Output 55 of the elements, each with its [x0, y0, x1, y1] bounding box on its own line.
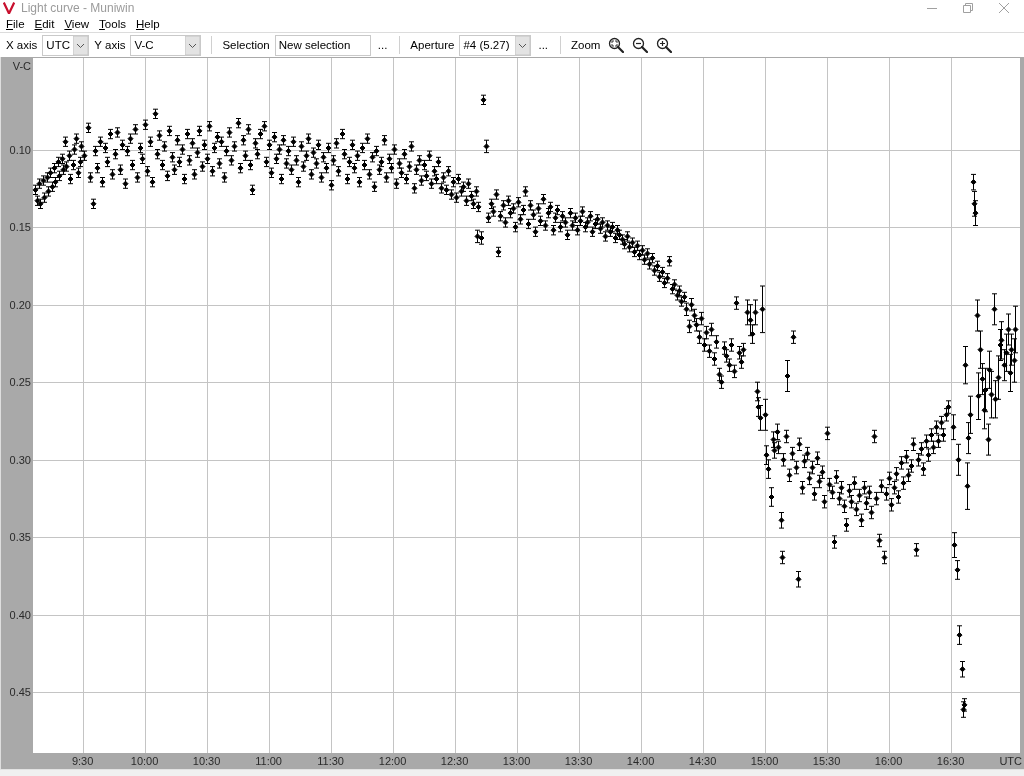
- axis-tick-label: 13:00: [502, 755, 531, 767]
- more-button[interactable]: ...: [536, 35, 551, 55]
- axis-tick-label: 13:30: [564, 755, 593, 767]
- zoom-out-button[interactable]: [632, 37, 649, 53]
- axis-title: UTC: [999, 755, 1022, 767]
- axis-tick-label: 0.40: [9, 608, 31, 621]
- axis-tick-label: 16:30: [936, 755, 965, 767]
- zoom-fit-button[interactable]: [608, 37, 625, 53]
- selection-label: Selection: [222, 39, 270, 51]
- menu-item[interactable]: Tools: [94, 16, 131, 32]
- axis-tick-label: 11:30: [317, 755, 344, 767]
- aperture-dropdown[interactable]: #4 (5.27): [459, 34, 532, 56]
- axis-title: V-C: [12, 60, 31, 72]
- axis-tick-label: 12:00: [378, 755, 407, 767]
- zoom-in-icon: [656, 37, 673, 53]
- axis-tick-label: 16:00: [874, 755, 903, 767]
- axis-tick-label: 0.25: [9, 376, 31, 389]
- axis-tick-label: 12:30: [440, 755, 469, 767]
- minimize-icon: [927, 7, 937, 9]
- axis-tick-label: 14:30: [688, 755, 717, 767]
- menu-item[interactable]: View: [59, 16, 95, 32]
- axis-tick-label: 15:00: [750, 755, 779, 767]
- axis-tick-label: 0.45: [9, 686, 31, 699]
- axis-tick-label: 10:30: [192, 755, 221, 767]
- x-axis-label: X axis: [6, 39, 38, 51]
- axis-tick-label: 9:30: [71, 755, 94, 767]
- zoom-out-icon: [632, 37, 649, 53]
- y-axis-label: Y axis: [94, 39, 126, 51]
- menu-item[interactable]: File: [1, 16, 30, 32]
- close-icon: [999, 3, 1009, 13]
- axis-tick-label: 0.15: [9, 221, 31, 234]
- axis-tick-label: 11:00: [255, 755, 282, 767]
- axis-tick-label: 15:30: [812, 755, 841, 767]
- axis-tick-label: 0.35: [9, 531, 31, 544]
- axis-tick-label: 0.20: [9, 298, 31, 311]
- axis-tick-label: 0.30: [9, 453, 31, 466]
- zoom-fit-icon: [608, 37, 625, 53]
- axis-tick-label: 10:00: [130, 755, 159, 767]
- zoom-in-button[interactable]: [656, 37, 673, 53]
- menu-item[interactable]: Help: [130, 16, 165, 32]
- chevron-icon: [73, 35, 89, 55]
- axis-tick-label: 14:00: [626, 755, 655, 767]
- menu-item[interactable]: Edit: [29, 16, 60, 32]
- zoom-label: Zoom: [571, 39, 601, 51]
- aperture-label: Aperture: [410, 39, 455, 51]
- window-title: Light curve - Muniwin: [21, 1, 135, 15]
- chevron-icon: [185, 35, 201, 55]
- y-axis-dropdown[interactable]: V-C: [130, 34, 202, 56]
- logo-icon: [3, 2, 15, 14]
- chevron-icon: [515, 35, 531, 55]
- more-button[interactable]: ...: [375, 35, 390, 55]
- axis-tick-label: 0.10: [9, 143, 31, 156]
- x-axis-dropdown[interactable]: UTC: [42, 34, 90, 56]
- restore-icon: [963, 3, 973, 13]
- selection-field[interactable]: New selection: [274, 34, 371, 56]
